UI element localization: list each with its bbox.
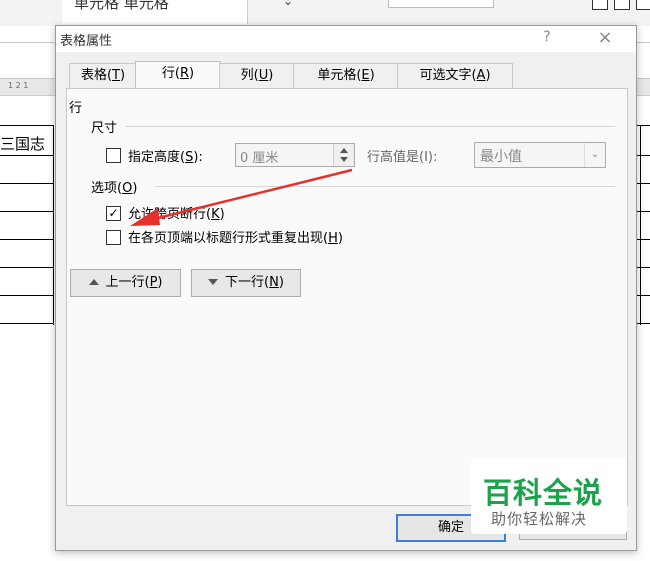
- watermark-subtitle: 助你轻松解决: [491, 510, 588, 528]
- tab-column[interactable]: 列(U): [219, 63, 295, 88]
- specify-height-checkbox[interactable]: [106, 148, 121, 163]
- size-heading: 尺寸: [91, 121, 118, 136]
- tab-alt-text[interactable]: 可选文字(A): [397, 63, 513, 88]
- close-icon[interactable]: ×: [595, 27, 615, 48]
- previous-row-button[interactable]: 上一行(P): [70, 269, 181, 297]
- table-border: [640, 125, 641, 325]
- table-border: [0, 211, 54, 212]
- repeat-header-row-checkbox[interactable]: [106, 230, 121, 245]
- row-height-value: 0 厘米: [240, 151, 279, 166]
- next-row-button[interactable]: 下一行(N): [191, 269, 301, 297]
- table-border: [0, 295, 54, 296]
- specify-height-label[interactable]: 指定高度(S):: [128, 146, 203, 165]
- options-divider: [155, 186, 615, 187]
- tab-label-end: ): [119, 68, 126, 83]
- tab-label-end: ): [268, 68, 274, 83]
- tab-hotkey: U: [258, 68, 269, 83]
- dialog-title: 表格属性: [60, 34, 113, 49]
- ribbon-style-text: 单元格 单元格: [74, 0, 169, 12]
- spin-down-icon[interactable]: [340, 157, 348, 162]
- options-heading-end: ): [132, 181, 138, 196]
- next-row-hotkey: N: [269, 275, 279, 290]
- table-border: [0, 267, 54, 268]
- help-icon[interactable]: ?: [540, 29, 554, 45]
- align-center-icon[interactable]: [614, 0, 630, 10]
- table-cell-text: 三国志: [0, 135, 46, 153]
- tab-hotkey: T: [112, 68, 120, 83]
- row-tab-panel: 行 尺寸 指定高度(S): 0 厘米 行高值是(I): 最小值 ⌄ 选项(O) …: [66, 88, 628, 506]
- table-border: [53, 125, 54, 325]
- chevron-down-icon[interactable]: ⌄: [584, 143, 605, 167]
- tab-label: 可选文字(: [419, 68, 477, 83]
- word-ribbon: 单元格 单元格 ⌄: [0, 0, 650, 26]
- table-border: [0, 323, 54, 324]
- tab-label: 列(: [240, 68, 259, 83]
- options-heading-hotkey: O: [122, 181, 133, 196]
- triangle-down-icon: [208, 279, 219, 285]
- triangle-up-icon: [88, 279, 99, 285]
- spin-up-icon[interactable]: [340, 148, 348, 153]
- tab-hotkey: R: [179, 66, 190, 81]
- tab-cell[interactable]: 单元格(E): [293, 63, 399, 88]
- previous-row-text: 上一行(: [105, 275, 150, 290]
- align-left-icon[interactable]: [592, 0, 608, 10]
- tab-table[interactable]: 表格(T): [69, 63, 137, 88]
- table-border: [0, 125, 54, 126]
- row-height-spinner[interactable]: 0 厘米: [235, 143, 355, 167]
- previous-row-end: ): [157, 275, 163, 290]
- tab-label-end: ): [485, 68, 491, 83]
- allow-row-break-hotkey: K: [211, 207, 220, 222]
- table-border: [0, 183, 54, 184]
- tab-label-end: ): [369, 68, 375, 83]
- align-right-icon[interactable]: [636, 0, 650, 10]
- ribbon-input[interactable]: [388, 0, 494, 8]
- row-section-label: 行: [69, 101, 83, 116]
- ribbon-dropdown-icon[interactable]: ⌄: [283, 0, 293, 8]
- options-heading-text: 选项(: [91, 181, 123, 196]
- repeat-header-row-text: 在各页顶端以标题行形式重复出现(: [128, 231, 329, 246]
- tab-label: 行(: [161, 66, 180, 81]
- specify-height-end: ):: [193, 150, 203, 165]
- ruler-numbers: 1 2 1: [8, 81, 29, 90]
- tab-label: 表格(: [80, 68, 113, 83]
- specify-height-text: 指定高度(: [128, 150, 186, 165]
- allow-row-break-checkbox[interactable]: ✓: [106, 206, 121, 221]
- allow-row-break-text: 允许跨页断行(: [128, 207, 212, 222]
- allow-row-break-label[interactable]: 允许跨页断行(K): [128, 203, 225, 222]
- next-row-text: 下一行(: [225, 275, 270, 290]
- row-height-mode-value: 最小值: [480, 149, 522, 165]
- dialog-titlebar[interactable]: 表格属性 ? ×: [56, 26, 636, 52]
- tab-label: 单元格(: [317, 68, 362, 83]
- repeat-header-row-hotkey: H: [328, 231, 338, 246]
- table-border: [0, 239, 54, 240]
- size-divider: [125, 126, 615, 127]
- spinner-buttons[interactable]: [333, 144, 354, 166]
- watermark-title: 百科全说: [483, 476, 604, 510]
- tab-label-end: ): [189, 66, 195, 81]
- row-height-is-label: 行高值是(I):: [367, 150, 438, 165]
- tab-row[interactable]: 行(R): [135, 61, 221, 89]
- next-row-end: ): [278, 275, 284, 290]
- allow-row-break-end: ): [219, 207, 225, 222]
- watermark: 百科全说 助你轻松解决: [471, 458, 627, 534]
- row-height-mode-select[interactable]: 最小值 ⌄: [474, 142, 606, 168]
- tab-hotkey: E: [361, 68, 370, 83]
- table-border: [0, 155, 54, 156]
- repeat-header-row-label[interactable]: 在各页顶端以标题行形式重复出现(H): [128, 227, 343, 246]
- options-heading: 选项(O): [91, 177, 137, 196]
- repeat-header-row-end: ): [337, 231, 343, 246]
